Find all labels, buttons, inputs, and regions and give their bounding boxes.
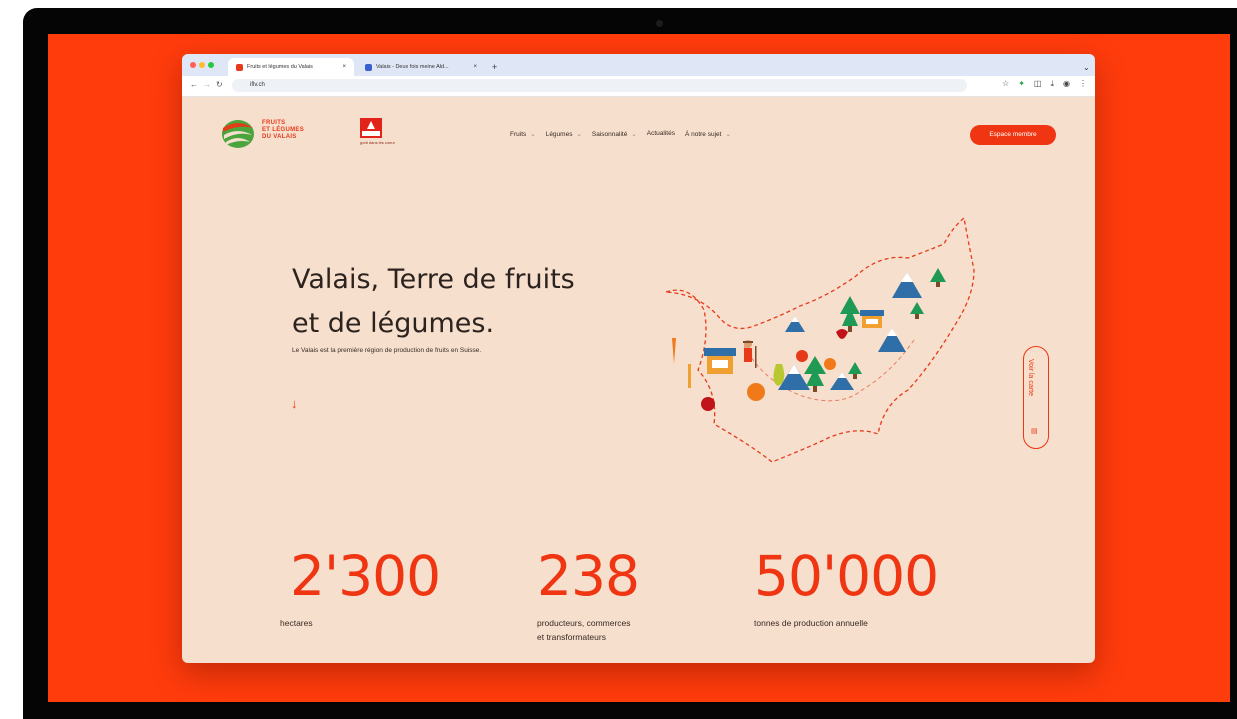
chevron-down-icon: ⌄ (530, 131, 536, 138)
mountain-icon (785, 316, 805, 332)
apple-icon (701, 397, 715, 411)
nav-fruits-label: Fruits (510, 131, 527, 138)
nav-saisonnalite[interactable]: Saisonnalité ⌄ (592, 130, 637, 138)
farmer-icon (743, 340, 757, 368)
logo-line-3: DU VALAIS (262, 134, 297, 140)
webpage: FRUITS ET LÉGUMES DU VALAIS goût dans le… (182, 96, 1095, 663)
nav-a-notre-sujet-label: À notre sujet (684, 131, 722, 138)
stat-tonnes-value: 50'000 (754, 544, 939, 608)
tab-valais[interactable]: Valais - Deux fois meine Ald... × (357, 58, 485, 76)
nav-actualites[interactable]: Actualités (647, 130, 675, 138)
close-window-button[interactable] (190, 62, 196, 68)
bookmark-star-icon[interactable]: ☆ (1002, 79, 1009, 89)
tab-title: Valais - Deux fois meine Ald... (376, 64, 449, 70)
chevron-down-icon: ⌄ (725, 131, 731, 138)
nav-fruits[interactable]: Fruits ⌄ (510, 130, 536, 138)
tab-title: Fruits et légumes du Valais (247, 64, 313, 70)
mountain-icon (878, 328, 906, 352)
tree-icon (910, 302, 924, 319)
logo-text: FRUITS ET LÉGUMES DU VALAIS (262, 120, 304, 141)
strawberry-icon (836, 329, 848, 339)
extension-puzzle-icon[interactable]: ◫ (1034, 79, 1042, 89)
market-stall-icon (860, 310, 884, 328)
hero-title-line-2: et de légumes. (292, 308, 495, 339)
nav-saisonnalite-label: Saisonnalité (591, 131, 628, 138)
tab-fruits-legumes[interactable]: Fruits et légumes du Valais × (228, 58, 354, 76)
scroll-down-arrow-icon[interactable]: ↓ (291, 396, 298, 411)
download-icon[interactable]: ⤓ (1050, 79, 1054, 89)
tree-icon (930, 268, 946, 287)
hero-subtitle: Le Valais est la première région de prod… (292, 347, 482, 354)
tree-icon (848, 362, 862, 379)
chevron-down-icon: ⌄ (631, 131, 637, 138)
profile-icon[interactable]: ◉ (1063, 79, 1070, 89)
tab-bar: Fruits et légumes du Valais × Valais - D… (182, 54, 1095, 76)
stat-hectares-label: hectares (280, 618, 313, 628)
valais-favicon-icon (365, 63, 372, 71)
fruits-legumes-logo-icon[interactable] (220, 118, 256, 150)
new-tab-button[interactable]: + (484, 58, 505, 76)
chevron-down-icon: ⌄ (576, 131, 582, 138)
tab-search-icon[interactable]: ⌄ (1075, 58, 1095, 76)
close-tab-icon[interactable]: × (473, 64, 477, 70)
stat-hectares-value: 2'300 (290, 544, 441, 608)
voir-la-carte-button[interactable]: Voir la carte ▤ (1023, 346, 1049, 449)
maximize-window-button[interactable] (208, 62, 214, 68)
tomato-icon (796, 350, 808, 362)
main-navigation: Fruits ⌄ Légumes ⌄ Saisonnalité ⌄ Actualité… (510, 130, 731, 138)
browser-window: Fruits et légumes du Valais × Valais - D… (182, 54, 1095, 663)
hero-title-line-1: Valais, Terre de fruits (292, 264, 575, 295)
minimize-window-button[interactable] (199, 62, 205, 68)
espace-membre-button[interactable]: Espace membre (970, 125, 1056, 145)
tool-icon (688, 364, 691, 388)
forward-icon[interactable]: → (203, 80, 211, 89)
orange-icon (747, 383, 765, 401)
stat-tonnes-label: tonnes de production annuelle (754, 618, 868, 628)
valais-illustrated-map[interactable] (652, 214, 992, 474)
browser-toolbar: ← → ↻ iflv.ch ☆ ✦ ◫ ⤓ ◉ ⋮ (182, 76, 1095, 97)
stat-producteurs-value: 238 (537, 544, 640, 608)
close-tab-icon[interactable]: × (342, 64, 346, 70)
market-stall-icon (704, 348, 736, 374)
url-text: iflv.ch (250, 82, 265, 88)
logo-line-1: FRUITS (262, 120, 286, 126)
valais-brand-logo-icon[interactable] (360, 118, 382, 138)
orange-icon (824, 358, 836, 370)
mountain-icon (830, 372, 854, 390)
hero-title: Valais, Terre de fruits et de légumes. (292, 258, 575, 346)
valais-tagline: goût dans les coeur (360, 140, 395, 145)
logo-line-2: ET LÉGUMES (262, 127, 305, 133)
nav-legumes-label: Légumes (545, 131, 573, 138)
carrot-icon (672, 338, 676, 364)
extension-icon[interactable]: ✦ (1018, 79, 1025, 89)
map-icon: ▤ (1031, 428, 1038, 435)
site-favicon-icon (236, 63, 243, 71)
nav-legumes[interactable]: Légumes ⌄ (546, 130, 582, 138)
stat-producteurs-label-line-2: et transformateurs (537, 632, 606, 642)
voir-la-carte-label: Voir la carte (1027, 359, 1034, 396)
reload-icon[interactable]: ↻ (216, 80, 223, 89)
camera-dot (656, 20, 663, 27)
menu-kebab-icon[interactable]: ⋮ (1079, 79, 1087, 89)
nav-actualites-label: Actualités (646, 130, 675, 137)
nav-a-notre-sujet[interactable]: À notre sujet ⌄ (685, 130, 731, 138)
mountain-icon (892, 272, 922, 298)
stat-producteurs-label: producteurs, commerces et transformateur… (537, 616, 631, 644)
back-icon[interactable]: ← (190, 80, 198, 89)
tree-icon (840, 296, 860, 332)
stat-producteurs-label-line-1: producteurs, commerces (537, 618, 631, 628)
address-bar[interactable]: iflv.ch (232, 79, 967, 92)
